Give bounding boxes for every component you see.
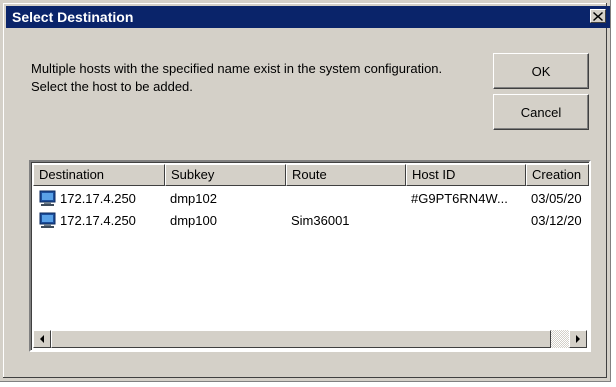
column-header-destination[interactable]: Destination <box>33 164 165 186</box>
cell-destination: 172.17.4.250 <box>33 190 165 206</box>
destination-list[interactable]: Destination Subkey Route Host ID Creatio… <box>29 160 591 352</box>
column-header-route[interactable]: Route <box>286 164 406 186</box>
cell-route: Sim36001 <box>291 212 350 228</box>
close-button[interactable] <box>590 9 606 23</box>
column-header-creation[interactable]: Creation <box>526 164 589 186</box>
host-computer-icon <box>39 212 56 228</box>
table-row[interactable]: 172.17.4.250 dmp102 #G9PT6RN4W... 03/05/… <box>33 187 589 209</box>
list-header: Destination Subkey Route Host ID Creatio… <box>33 164 589 186</box>
window-title: Select Destination <box>12 9 134 25</box>
cell-destination: 172.17.4.250 <box>33 212 165 228</box>
destination-text: 172.17.4.250 <box>60 212 136 228</box>
close-icon <box>593 11 603 21</box>
horizontal-scrollbar[interactable] <box>33 330 587 348</box>
arrow-left-icon <box>40 335 44 343</box>
destination-text: 172.17.4.250 <box>60 190 136 206</box>
cell-host-id: #G9PT6RN4W... <box>411 190 508 206</box>
column-header-host-id[interactable]: Host ID <box>406 164 526 186</box>
column-header-subkey[interactable]: Subkey <box>165 164 286 186</box>
scroll-right-button[interactable] <box>569 330 587 348</box>
scrollbar-thumb[interactable] <box>51 330 551 348</box>
table-row[interactable]: 172.17.4.250 dmp100 Sim36001 03/12/20 <box>33 209 589 231</box>
instruction-message: Multiple hosts with the specified name e… <box>31 61 443 94</box>
cell-creation: 03/05/20 <box>531 190 582 206</box>
scroll-left-button[interactable] <box>33 330 51 348</box>
cell-subkey: dmp102 <box>170 190 217 206</box>
host-computer-icon <box>39 190 56 206</box>
ok-button[interactable]: OK <box>493 53 589 89</box>
cell-creation: 03/12/20 <box>531 212 582 228</box>
arrow-right-icon <box>576 335 580 343</box>
select-destination-dialog: Select Destination Multiple hosts with t… <box>0 0 611 382</box>
cancel-button[interactable]: Cancel <box>493 94 589 130</box>
title-bar[interactable]: Select Destination <box>6 6 610 28</box>
cell-subkey: dmp100 <box>170 212 217 228</box>
